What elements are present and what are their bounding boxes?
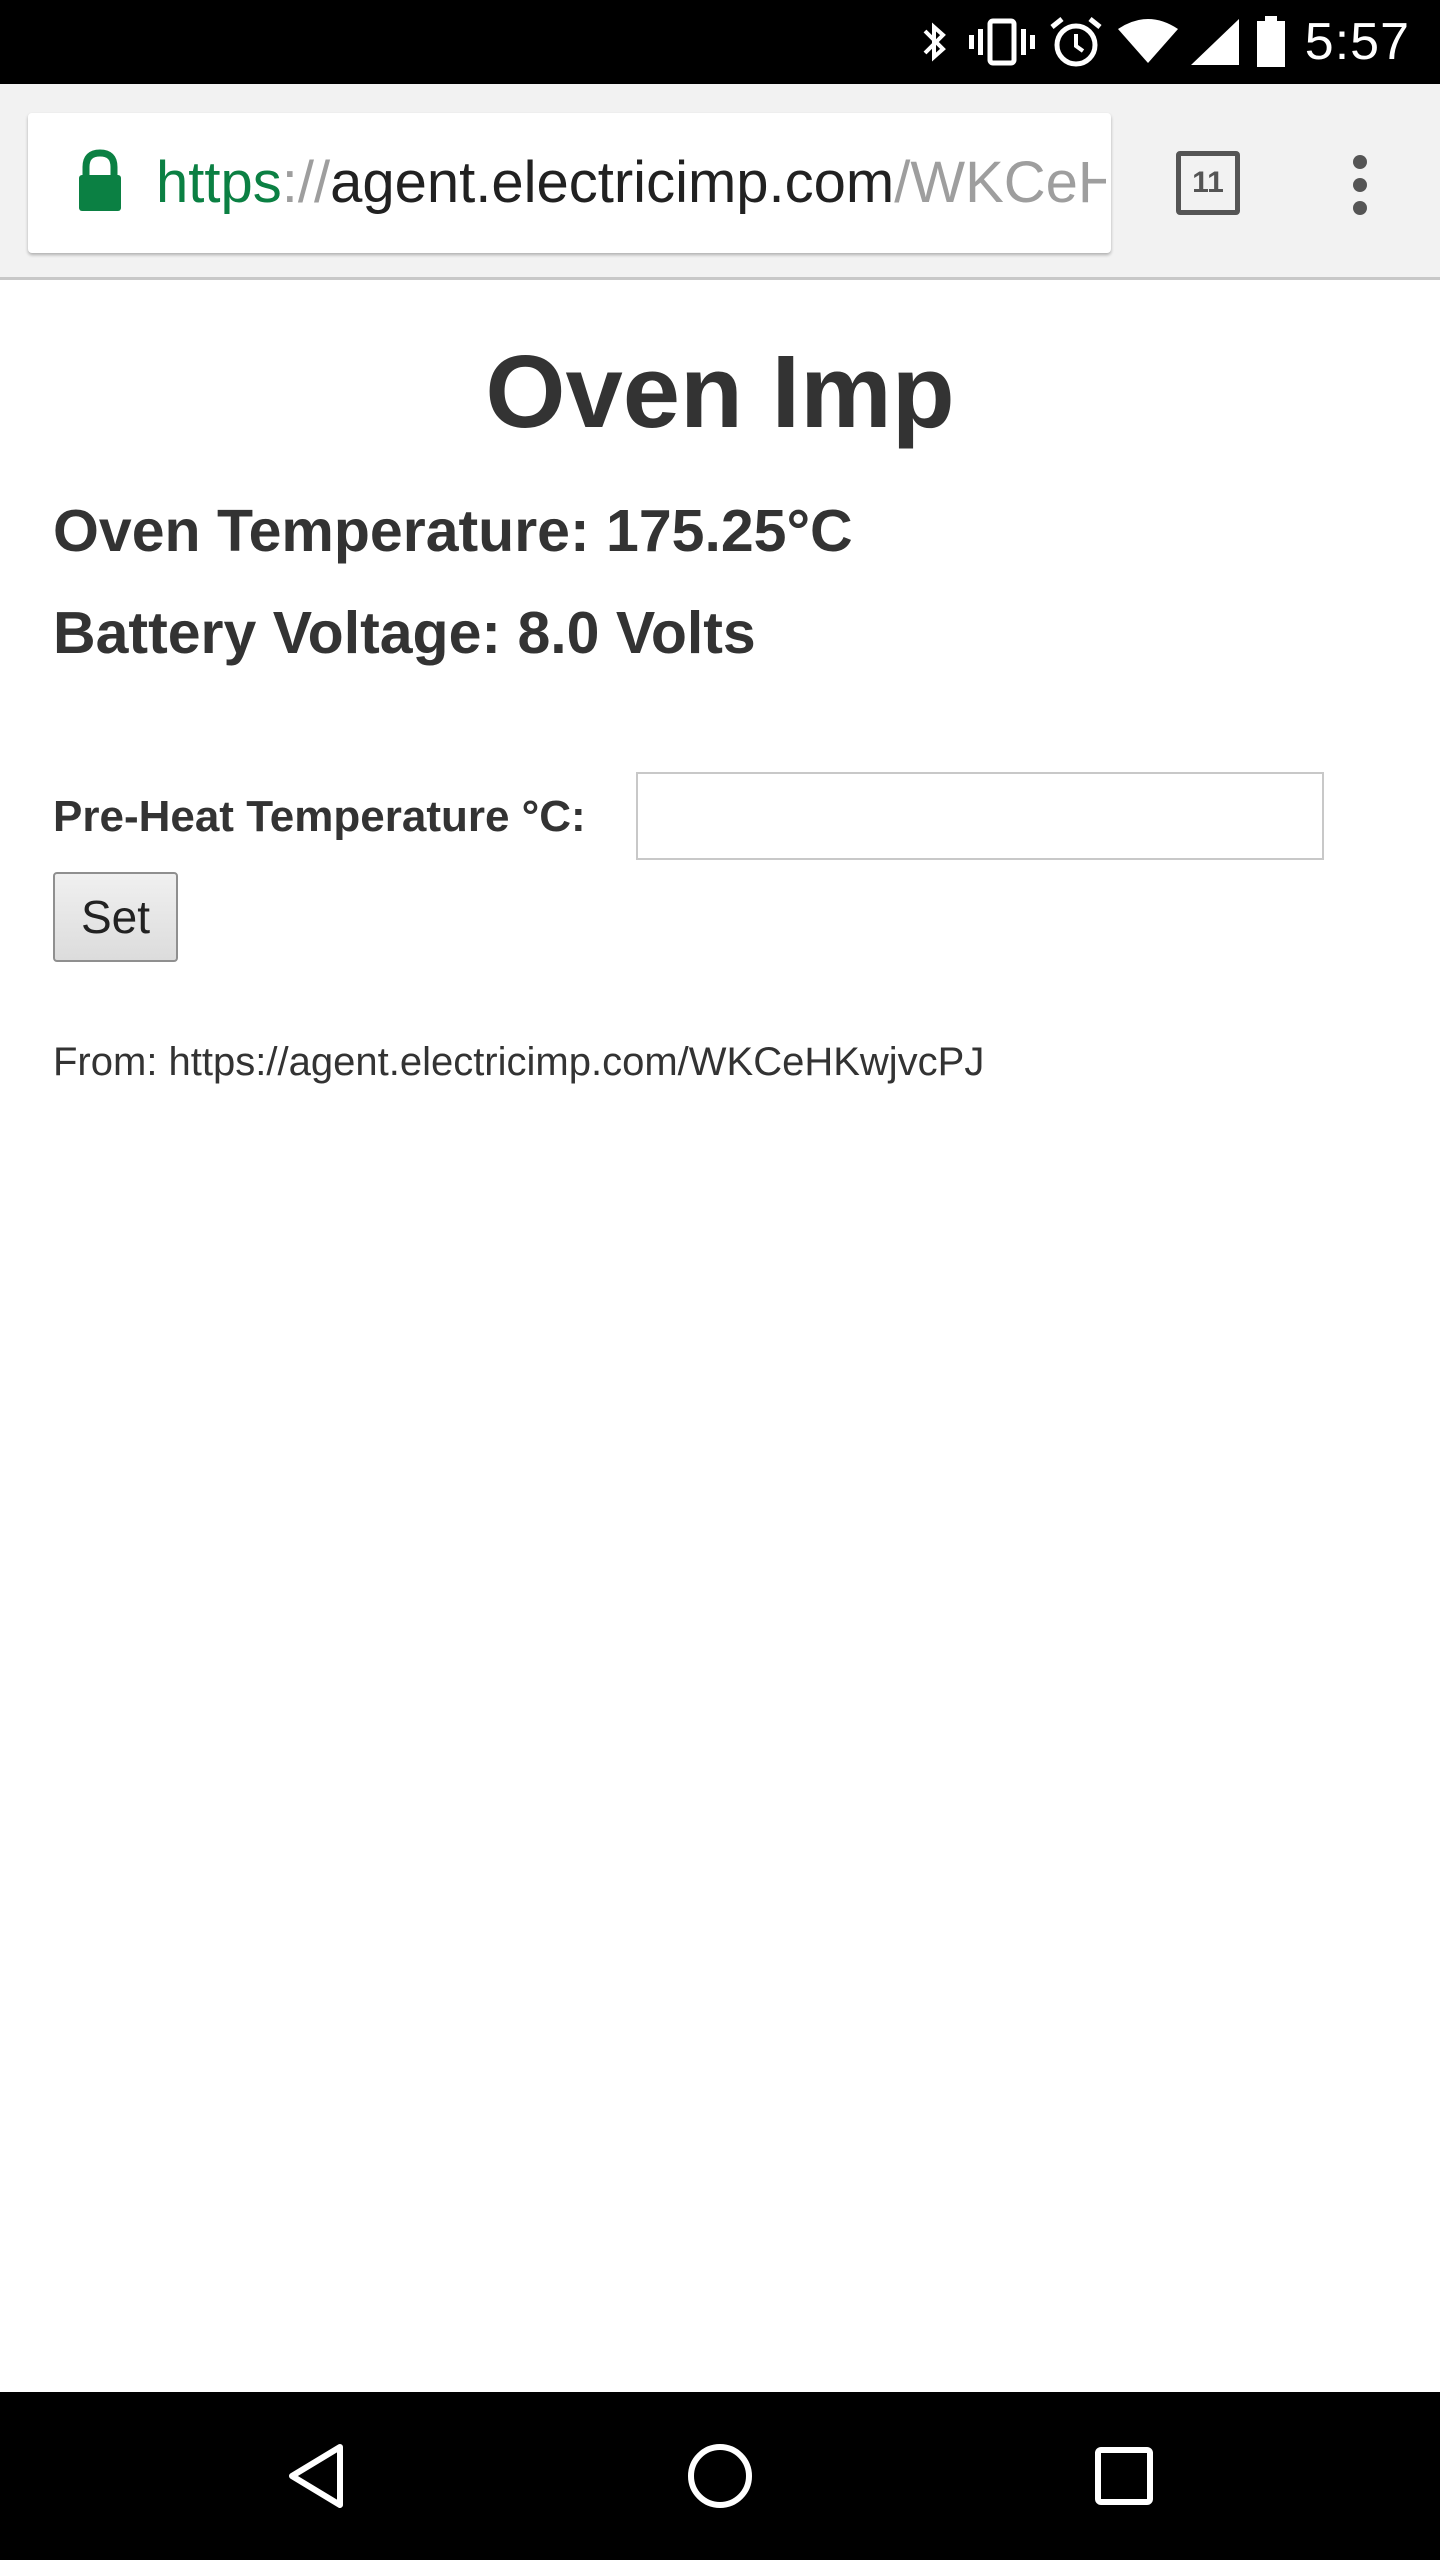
lock-icon[interactable] — [76, 149, 124, 213]
bluetooth-icon — [915, 0, 955, 84]
tab-switcher-button[interactable]: 11 — [1176, 151, 1240, 215]
url-separator: :// — [281, 150, 331, 215]
status-icons: 5:57 — [915, 0, 1440, 84]
set-button[interactable]: Set — [53, 872, 178, 962]
tab-count: 11 — [1192, 166, 1224, 199]
home-icon[interactable] — [680, 2436, 760, 2516]
url-host: agent.electricimp.com — [330, 150, 895, 215]
more-vert-icon[interactable] — [1330, 150, 1390, 220]
navigation-bar — [0, 2392, 1440, 2560]
preheat-temperature-label: Pre-Heat Temperature °C: — [53, 792, 586, 841]
preheat-temperature-input[interactable] — [636, 772, 1324, 860]
alarm-icon — [1049, 0, 1103, 84]
agent-source-url: From: https://agent.electricimp.com/WKCe… — [53, 1040, 985, 1084]
status-time: 5:57 — [1304, 13, 1410, 71]
address-bar[interactable]: https://agent.electricimp.com/WKCeH — [28, 113, 1111, 253]
page-title: Oven Imp — [485, 334, 955, 449]
browser-toolbar: https://agent.electricimp.com/WKCeH 11 — [0, 84, 1440, 280]
vibrate-icon — [968, 0, 1035, 84]
battery-voltage-reading: Battery Voltage: 8.0 Volts — [53, 600, 756, 666]
wifi-icon — [1117, 0, 1179, 84]
url-scheme: https — [156, 150, 282, 215]
url-path: /WKCeH — [894, 150, 1106, 215]
url-text[interactable]: https://agent.electricimp.com/WKCeH — [156, 113, 1106, 253]
back-icon[interactable] — [276, 2436, 356, 2516]
oven-temperature-reading: Oven Temperature: 175.25°C — [53, 498, 853, 564]
recents-icon[interactable] — [1084, 2436, 1164, 2516]
status-bar: 5:57 — [0, 0, 1440, 84]
battery-icon — [1255, 0, 1287, 84]
cell-signal-icon — [1189, 0, 1241, 84]
